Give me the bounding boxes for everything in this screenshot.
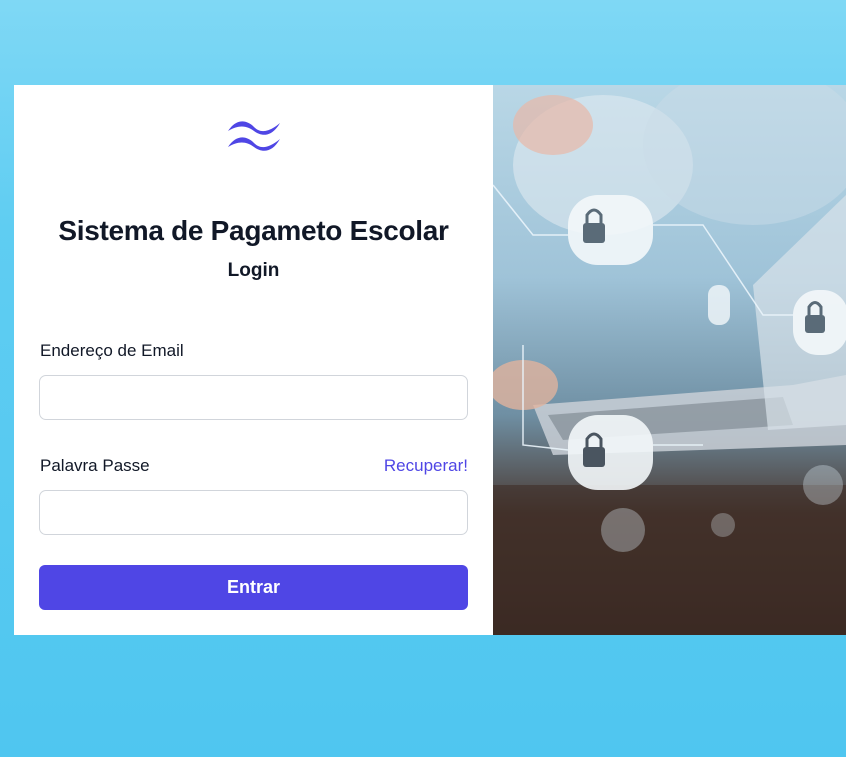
lock-icon	[568, 415, 653, 490]
lock-icon	[708, 285, 730, 325]
lock-icon	[568, 195, 653, 265]
image-illustration	[493, 85, 846, 635]
login-card: Sistema de Pagameto Escolar Login Endere…	[14, 85, 846, 635]
lock-icon	[793, 290, 846, 355]
wave-logo-icon	[224, 115, 284, 155]
page-title: Sistema de Pagameto Escolar	[58, 215, 449, 246]
cybersecurity-laptop-image	[493, 85, 846, 635]
page-subtitle: Login	[227, 260, 280, 281]
password-field[interactable]	[39, 490, 468, 535]
login-form-panel: Sistema de Pagameto Escolar Login Endere…	[14, 85, 493, 635]
email-field[interactable]	[39, 375, 468, 420]
email-label: Endereço de Email	[40, 341, 184, 360]
login-button[interactable]: Entrar	[39, 565, 468, 610]
recover-password-link[interactable]: Recuperar!	[384, 456, 468, 476]
password-label: Palavra Passe	[40, 456, 150, 475]
